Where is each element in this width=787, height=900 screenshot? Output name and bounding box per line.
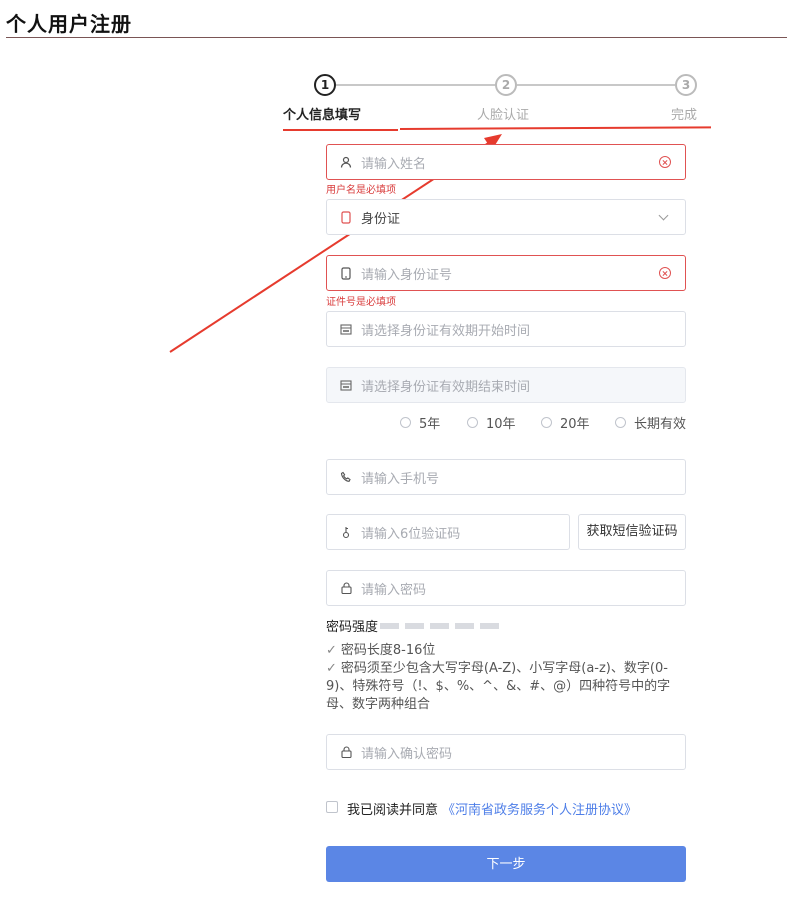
validity-option-label: 长期有效 — [634, 417, 687, 432]
password-strength-label: 密码强度 — [326, 620, 379, 635]
validity-option-label: 10年 — [486, 417, 516, 432]
radio-circle-icon — [615, 417, 626, 428]
lock-icon — [339, 745, 353, 759]
password-placeholder: 请输入密码 — [361, 582, 427, 598]
phone-input[interactable]: 请输入手机号 — [326, 459, 686, 495]
password-input[interactable]: 请输入密码 — [326, 570, 686, 606]
validity-option-label: 5年 — [419, 417, 441, 432]
lock-icon — [339, 581, 353, 595]
validity-option-20y[interactable]: 20年 — [541, 413, 590, 432]
phone-card-icon — [339, 266, 353, 280]
rule-text: 密码长度8-16位 — [340, 643, 436, 658]
validity-option-label: 20年 — [560, 417, 590, 432]
step-1-label: 个人信息填写 — [283, 108, 362, 123]
key-icon — [339, 525, 353, 539]
step-3-indicator: 3 — [675, 74, 697, 96]
step-connector-2 — [517, 84, 675, 86]
step-connector-1 — [336, 84, 496, 86]
password-rule-composition: ✓ 密码须至少包含大写字母(A-Z)、小写字母(a-z)、数字(0-9)、特殊符号… — [326, 660, 688, 714]
calendar-icon — [339, 322, 353, 336]
next-step-button[interactable]: 下一步 — [326, 846, 686, 882]
radio-circle-icon — [541, 417, 552, 428]
id-start-placeholder: 请选择身份证有效期开始时间 — [361, 323, 531, 339]
step-1-indicator: 1 — [314, 74, 336, 96]
confirm-password-input[interactable]: 请输入确认密码 — [326, 734, 686, 770]
annotation-underline-2 — [399, 126, 712, 130]
strength-bar — [455, 622, 475, 629]
clear-icon[interactable] — [659, 267, 671, 279]
strength-bar — [430, 622, 450, 629]
confirm-password-placeholder: 请输入确认密码 — [361, 746, 453, 762]
validity-option-permanent[interactable]: 长期有效 — [615, 413, 686, 432]
id-end-placeholder: 请选择身份证有效期结束时间 — [361, 379, 531, 395]
agreement-checkbox[interactable] — [326, 801, 338, 813]
id-number-placeholder: 请输入身份证号 — [361, 267, 453, 283]
phone-icon — [339, 470, 353, 484]
strength-bar — [480, 622, 500, 629]
strength-bar — [405, 622, 425, 629]
calendar-icon — [339, 378, 353, 392]
id-number-error: 证件号是必填项 — [326, 297, 396, 308]
validity-option-10y[interactable]: 10年 — [467, 413, 516, 432]
id-type-select[interactable]: 身份证 — [326, 199, 686, 235]
id-type-value: 身份证 — [361, 211, 401, 227]
strength-bar — [380, 622, 400, 629]
title-divider — [6, 37, 787, 38]
step-2-indicator: 2 — [495, 74, 517, 96]
annotation-underline-1 — [283, 129, 398, 131]
chevron-down-icon — [658, 210, 669, 220]
agreement-text: 我已阅读并同意 — [347, 803, 439, 818]
step-3-label: 完成 — [671, 108, 698, 123]
page-title: 个人用户注册 — [6, 12, 132, 36]
radio-circle-icon — [467, 417, 478, 428]
sms-code-placeholder: 请输入6位验证码 — [361, 526, 461, 542]
phone-placeholder: 请输入手机号 — [361, 471, 440, 487]
id-card-icon — [339, 210, 353, 224]
id-end-date-picker[interactable]: 请选择身份证有效期结束时间 — [326, 367, 686, 403]
check-icon: ✓ — [326, 661, 337, 676]
agreement-link[interactable]: 《河南省政务服务个人注册协议》 — [442, 799, 637, 818]
validity-option-5y[interactable]: 5年 — [400, 413, 440, 432]
password-rule-length: ✓ 密码长度8-16位 — [326, 642, 688, 660]
get-sms-code-button[interactable]: 获取短信验证码 — [578, 514, 686, 550]
id-number-input[interactable]: 请输入身份证号 — [326, 255, 686, 291]
name-placeholder: 请输入姓名 — [361, 156, 427, 172]
sms-code-input[interactable]: 请输入6位验证码 — [326, 514, 570, 550]
name-input[interactable]: 请输入姓名 — [326, 144, 686, 180]
step-2-label: 人脸认证 — [477, 108, 530, 123]
check-icon: ✓ — [326, 643, 337, 658]
radio-circle-icon — [400, 417, 411, 428]
id-start-date-picker[interactable]: 请选择身份证有效期开始时间 — [326, 311, 686, 347]
clear-icon[interactable] — [659, 156, 671, 168]
user-icon — [339, 155, 353, 169]
rule-text: 密码须至少包含大写字母(A-Z)、小写字母(a-z)、数字(0-9)、特殊符号（… — [326, 661, 671, 712]
name-error: 用户名是必填项 — [326, 185, 396, 196]
password-strength: 密码强度 — [326, 616, 500, 635]
